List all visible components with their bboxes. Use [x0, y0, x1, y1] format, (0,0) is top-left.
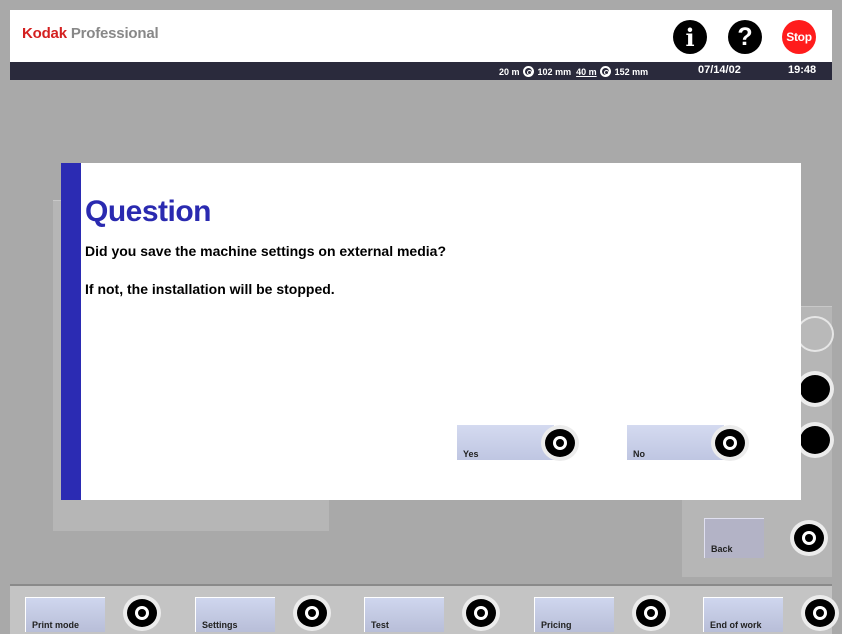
- stop-button[interactable]: Stop: [782, 20, 816, 54]
- info-icon: i: [685, 22, 695, 52]
- dialog-accent-bar: [61, 163, 81, 500]
- status-date: 07/14/02: [698, 64, 741, 76]
- radio-button-icon[interactable]: [711, 425, 749, 461]
- no-button[interactable]: No: [626, 424, 756, 464]
- question-icon: ?: [737, 22, 753, 51]
- stop-label: Stop: [786, 30, 812, 44]
- brand-kodak: Kodak: [22, 25, 67, 42]
- radio-button-icon[interactable]: [796, 371, 834, 407]
- radio-button-icon[interactable]: [790, 520, 828, 556]
- softkey-label: Pricing: [534, 597, 614, 632]
- brand-professional: Professional: [70, 25, 159, 42]
- paper-roll-icon: [523, 66, 535, 77]
- media1-width: 102 mm: [537, 67, 572, 77]
- header-bar: Kodak Professional i ? Stop: [10, 10, 832, 62]
- softkey-label: Test: [364, 597, 444, 632]
- radio-button-icon[interactable]: [462, 595, 500, 631]
- media1-length: 20 m: [499, 67, 520, 77]
- radio-button-icon[interactable]: [796, 316, 834, 352]
- softkey-pricing[interactable]: Pricing: [534, 595, 674, 632]
- softkey-label: End of work: [703, 597, 783, 632]
- media2-length: 40 m: [576, 67, 597, 77]
- media2-width: 152 mm: [614, 67, 649, 77]
- radio-button-icon[interactable]: [801, 595, 839, 631]
- softkey-test[interactable]: Test: [364, 595, 504, 632]
- kodak-professional-logo: Kodak Professional: [22, 25, 159, 42]
- dialog-note: If not, the installation will be stopped…: [85, 281, 335, 297]
- back-label: Back: [704, 518, 764, 558]
- softkey-end-of-work[interactable]: End of work: [703, 595, 842, 632]
- status-time: 19:48: [788, 64, 817, 76]
- radio-button-icon[interactable]: [796, 422, 834, 458]
- radio-button-icon[interactable]: [541, 425, 579, 461]
- help-button[interactable]: ?: [728, 20, 762, 54]
- yes-button[interactable]: Yes: [456, 424, 586, 464]
- info-button[interactable]: i: [673, 20, 707, 54]
- media-status: 20 m 102 mm 40 m 152 mm: [499, 66, 648, 77]
- status-bar: 20 m 102 mm 40 m 152 mm 07/14/02 19:48: [10, 62, 832, 80]
- no-label: No: [626, 424, 724, 460]
- back-button[interactable]: Back: [704, 518, 830, 558]
- softkey-settings[interactable]: Settings: [195, 595, 335, 632]
- paper-roll-icon: [600, 66, 612, 77]
- softkey-label: Settings: [195, 597, 275, 632]
- yes-label: Yes: [456, 424, 554, 460]
- radio-button-icon[interactable]: [123, 595, 161, 631]
- softkey-label: Print mode: [25, 597, 105, 632]
- softkey-print-mode[interactable]: Print mode: [25, 595, 165, 632]
- question-dialog: Question Did you save the machine settin…: [61, 163, 801, 500]
- radio-button-icon[interactable]: [293, 595, 331, 631]
- dialog-question: Did you save the machine settings on ext…: [85, 243, 446, 259]
- dialog-title: Question: [85, 195, 212, 228]
- radio-button-icon[interactable]: [632, 595, 670, 631]
